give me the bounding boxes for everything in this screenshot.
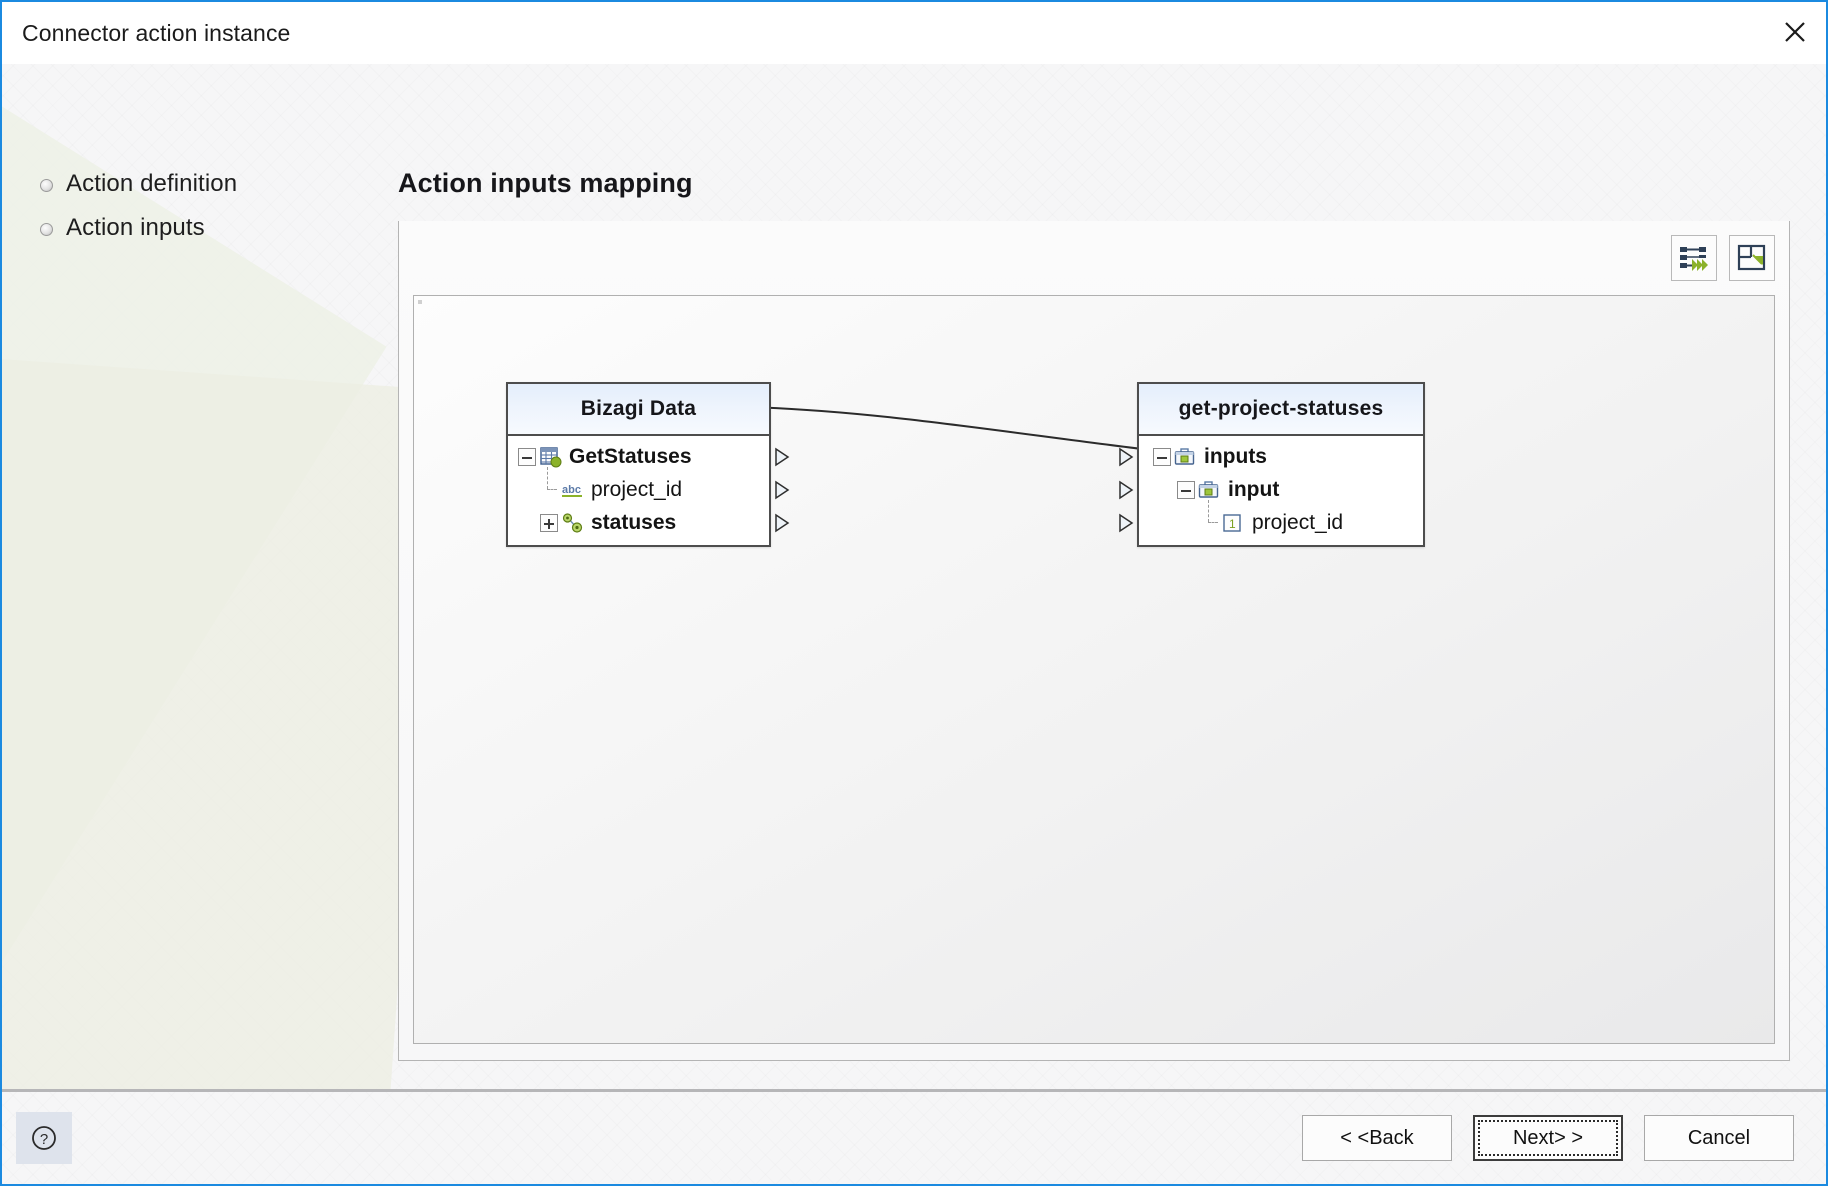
auto-map-button[interactable] (1671, 235, 1717, 281)
close-button[interactable] (1764, 2, 1826, 62)
next-button[interactable]: Next> > (1473, 1115, 1623, 1161)
sidebar-item-label: Action inputs (66, 214, 205, 242)
input-port[interactable] (1117, 513, 1135, 533)
sidebar-item-action-inputs[interactable]: Action inputs (2, 206, 390, 250)
table-row[interactable]: 1 project_id (1139, 506, 1423, 539)
input-port[interactable] (1117, 480, 1135, 500)
collection-icon (561, 512, 585, 534)
target-node-title: get-project-statuses (1139, 384, 1423, 436)
svg-text:abc: abc (562, 484, 581, 496)
collapse-expander-icon[interactable] (1153, 448, 1171, 466)
input-port[interactable] (1117, 447, 1135, 467)
title-bar: Connector action instance (2, 2, 1826, 64)
tree-branch-icon (540, 481, 558, 499)
mapper-toolbar (399, 221, 1789, 295)
mapper-panel: Bizagi Data (398, 221, 1790, 1061)
row-label: project_id (591, 478, 682, 502)
string-abc-icon: abc (561, 479, 585, 501)
expand-expander-icon[interactable] (540, 514, 558, 532)
svg-text:1: 1 (1229, 517, 1236, 531)
tree-branch-icon (1201, 514, 1219, 532)
back-button[interactable]: < <Back (1302, 1115, 1452, 1161)
focus-ring (1478, 1120, 1618, 1156)
fit-layout-icon (1737, 244, 1767, 272)
table-row[interactable]: inputs (1139, 440, 1423, 473)
main-panel: Action inputs mapping (390, 64, 1826, 1089)
briefcase-icon (1198, 479, 1222, 501)
page-title: Action inputs mapping (398, 168, 1790, 199)
dialog-window: Connector action instance Action definit… (0, 0, 1828, 1186)
table-row[interactable]: statuses (508, 506, 769, 539)
table-row[interactable]: abc project_id (508, 473, 769, 506)
source-node[interactable]: Bizagi Data (506, 382, 771, 547)
row-label: inputs (1204, 445, 1267, 469)
fit-layout-button[interactable] (1729, 235, 1775, 281)
row-label: project_id (1252, 511, 1343, 535)
briefcase-icon (1174, 446, 1198, 468)
radio-bullet-icon (40, 223, 53, 236)
wizard-steps-sidebar: Action definition Action inputs (2, 64, 390, 1089)
collapse-expander-icon[interactable] (518, 448, 536, 466)
sidebar-item-action-definition[interactable]: Action definition (2, 162, 390, 206)
row-label: GetStatuses (569, 445, 692, 469)
back-button-label: < <Back (1340, 1127, 1413, 1150)
number-one-icon: 1 (1222, 512, 1246, 534)
footer-bar: ? < <Back Next> > Cancel (2, 1092, 1826, 1184)
close-icon (1782, 19, 1808, 45)
help-question-icon: ? (30, 1124, 58, 1152)
window-title: Connector action instance (22, 20, 290, 47)
output-port[interactable] (773, 480, 791, 500)
row-label: statuses (591, 511, 676, 535)
target-node[interactable]: get-project-statuses (1137, 382, 1425, 547)
help-button[interactable]: ? (16, 1112, 72, 1164)
collapse-expander-icon[interactable] (1177, 481, 1195, 499)
cancel-button[interactable]: Cancel (1644, 1115, 1794, 1161)
dialog-body: Action definition Action inputs Action i… (2, 64, 1826, 1089)
output-port[interactable] (773, 513, 791, 533)
svg-text:?: ? (40, 1131, 48, 1148)
auto-map-icon (1679, 244, 1709, 272)
target-node-rows: inputs (1139, 436, 1423, 545)
source-node-title: Bizagi Data (508, 384, 769, 436)
output-port[interactable] (773, 447, 791, 467)
entity-table-icon (539, 446, 563, 468)
source-node-rows: GetStatuses abc (508, 436, 769, 545)
cancel-button-label: Cancel (1688, 1127, 1750, 1150)
mapping-canvas[interactable]: Bizagi Data (413, 295, 1775, 1044)
radio-bullet-icon (40, 179, 53, 192)
table-row[interactable]: input (1139, 473, 1423, 506)
row-label: input (1228, 478, 1279, 502)
sidebar-item-label: Action definition (66, 170, 237, 198)
